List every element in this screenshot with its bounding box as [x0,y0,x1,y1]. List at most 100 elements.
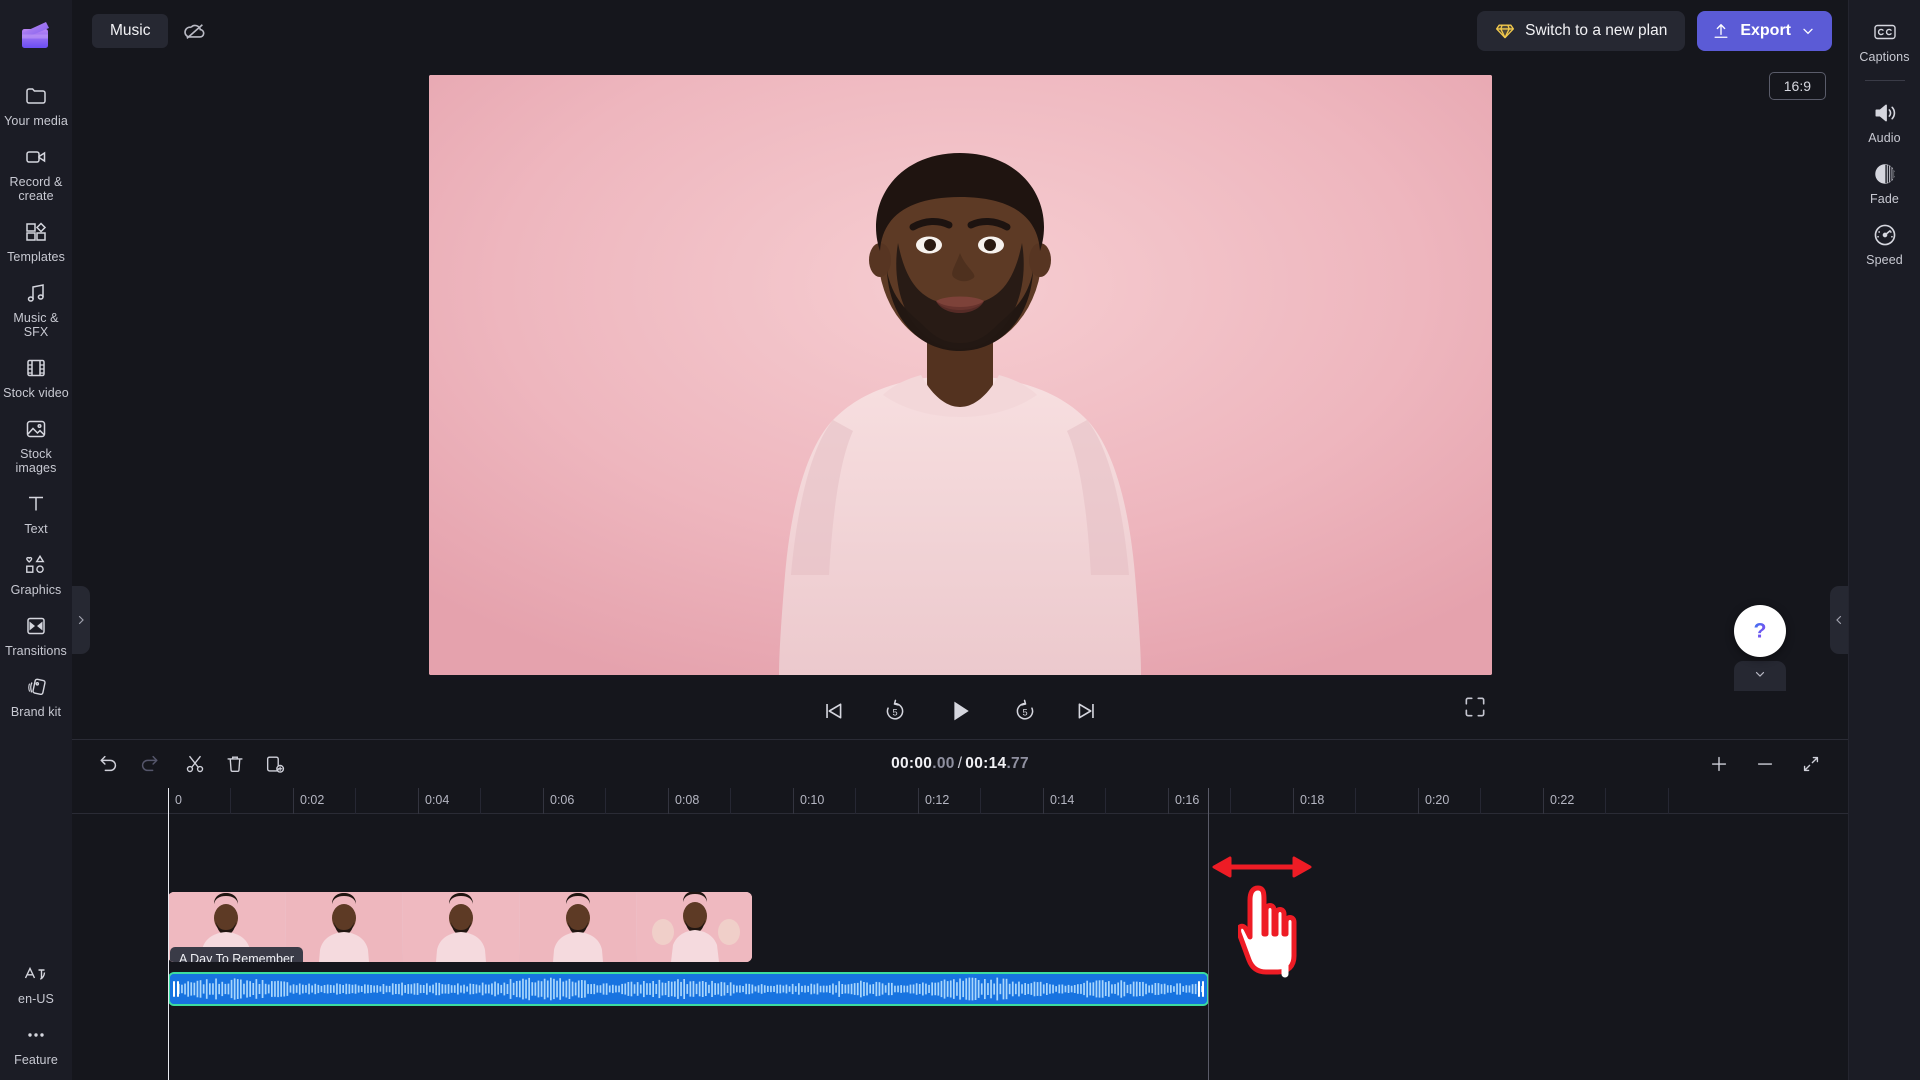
timeline-tracks: A Day To Remember [72,788,1848,1080]
ruler-label: 0:12 [925,793,950,807]
help-button[interactable]: ? [1734,605,1786,657]
sidebar-nav: Your media Record & create Templates Mus… [0,56,72,952]
audio-trim-handle-left[interactable] [170,974,182,1004]
playhead[interactable] [168,788,169,1080]
sidebar-item-brand-kit[interactable]: Brand kit [0,665,72,726]
zoom-in-plus-icon[interactable] [1704,749,1734,779]
sidebar-item-stock-images[interactable]: Stock images [0,407,72,482]
switch-plan-button[interactable]: Switch to a new plan [1477,11,1686,51]
sidebar-item-text[interactable]: Text [0,482,72,543]
ruler-label: 0:14 [1050,793,1075,807]
trash-icon[interactable] [220,749,250,779]
video-clip[interactable]: A Day To Remember [168,892,752,962]
left-sidebar: Your media Record & create Templates Mus… [0,0,72,1080]
ruler-label: 0:02 [300,793,325,807]
sidebar-item-graphics[interactable]: Graphics [0,543,72,604]
ruler-label: 0:16 [1175,793,1200,807]
ruler-label: 0:18 [1300,793,1325,807]
clipchamp-logo[interactable] [16,16,56,56]
export-button[interactable]: Export [1697,11,1832,51]
cloud-off-icon[interactable] [182,18,208,44]
right-item-captions[interactable]: Captions [1849,10,1920,71]
scissors-icon[interactable] [180,749,210,779]
shapes-icon [23,552,49,578]
right-item-fade[interactable]: Fade [1849,152,1920,213]
preview-frame-content [428,75,1492,675]
sidebar-item-your-media[interactable]: Your media [0,74,72,135]
right-item-label: Fade [1870,192,1899,206]
timeline-ruler[interactable]: 0 0:02 0:04 0:06 0:08 0:10 0:12 0:14 0:1… [72,788,1848,814]
sidebar-item-language[interactable]: en-US [0,952,72,1013]
svg-text:5: 5 [1022,707,1027,717]
sidebar-item-music-sfx[interactable]: Music & SFX [0,271,72,346]
sidebar-item-stock-video[interactable]: Stock video [0,346,72,407]
language-icon [23,961,49,987]
sidebar-item-label: Graphics [10,583,62,597]
clip-title-label: A Day To Remember [170,947,304,962]
fade-circle-icon [1872,161,1898,187]
timecode-separator: / [957,755,963,772]
speaker-icon [1872,100,1898,126]
right-item-label: Speed [1866,253,1903,267]
chevron-down-icon [1800,23,1816,39]
clip-end-marker [1208,788,1209,1080]
timecode-display: 00:00.00/00:14.77 [72,755,1848,773]
resize-arrow-annotation [1212,856,1312,878]
folder-icon [23,83,49,109]
aspect-ratio-button[interactable]: 16:9 [1768,72,1826,100]
sidebar-item-record-create[interactable]: Record & create [0,135,72,210]
sidebar-item-label: Transitions [5,644,67,658]
help-collapse-chevron[interactable] [1734,661,1786,691]
collapse-left-panel-button[interactable] [72,586,90,654]
audio-trim-handle-right[interactable] [1195,974,1207,1004]
transitions-icon [23,613,49,639]
skip-end-icon[interactable] [1070,694,1104,728]
sidebar-item-label: Your media [4,114,68,128]
playback-controls: 5 5 [429,683,1492,739]
sidebar-item-templates[interactable]: Templates [0,210,72,271]
ruler-label: 0:10 [800,793,825,807]
right-item-speed[interactable]: Speed [1849,213,1920,274]
sidebar-item-feature[interactable]: Feature [0,1013,72,1074]
right-item-audio[interactable]: Audio [1849,91,1920,152]
ruler-label: 0:22 [1550,793,1575,807]
right-item-label: Audio [1868,131,1901,145]
sidebar-item-label: Feature [14,1053,58,1067]
play-button[interactable] [940,691,980,731]
timeline-panel: 00:00.00/00:14.77 0 0:02 0:04 0:06 0:08 … [72,739,1848,1080]
ruler-label: 0:04 [425,793,450,807]
templates-icon [23,219,49,245]
speedometer-icon [1872,222,1898,248]
rewind-5-icon[interactable]: 5 [878,694,912,728]
sidebar-item-label: en-US [18,992,54,1006]
undo-icon[interactable] [94,749,124,779]
sidebar-item-label: Music & SFX [13,311,59,339]
project-name-button[interactable]: Music [92,14,169,48]
current-time: 00:00 [891,755,933,772]
sidebar-item-label: Stock video [3,386,69,400]
sidebar-item-transitions[interactable]: Transitions [0,604,72,665]
collapse-right-panel-button[interactable] [1830,586,1848,654]
video-canvas [428,75,1492,675]
closed-captions-icon [1872,19,1898,45]
sidebar-item-label: Text [24,522,48,536]
total-time-frac: .77 [1006,755,1029,772]
upload-icon [1711,21,1731,41]
forward-5-icon[interactable]: 5 [1008,694,1042,728]
duplicate-icon[interactable] [260,749,290,779]
image-icon [23,416,49,442]
ruler-label: 0:08 [675,793,700,807]
question-mark-icon: ? [1745,616,1775,646]
fit-screen-icon[interactable] [1796,749,1826,779]
preview-stage: 16:9 5 5 ? [72,62,1848,739]
redo-icon[interactable] [134,749,164,779]
current-time-frac: .00 [932,755,955,772]
total-time: 00:14 [965,755,1007,772]
sidebar-divider [1864,80,1905,81]
zoom-out-minus-icon[interactable] [1750,749,1780,779]
audio-waveform [170,974,1207,1004]
fullscreen-icon[interactable] [1462,694,1492,724]
audio-clip[interactable] [168,972,1209,1006]
skip-start-icon[interactable] [816,694,850,728]
video-preview[interactable] [428,75,1492,675]
